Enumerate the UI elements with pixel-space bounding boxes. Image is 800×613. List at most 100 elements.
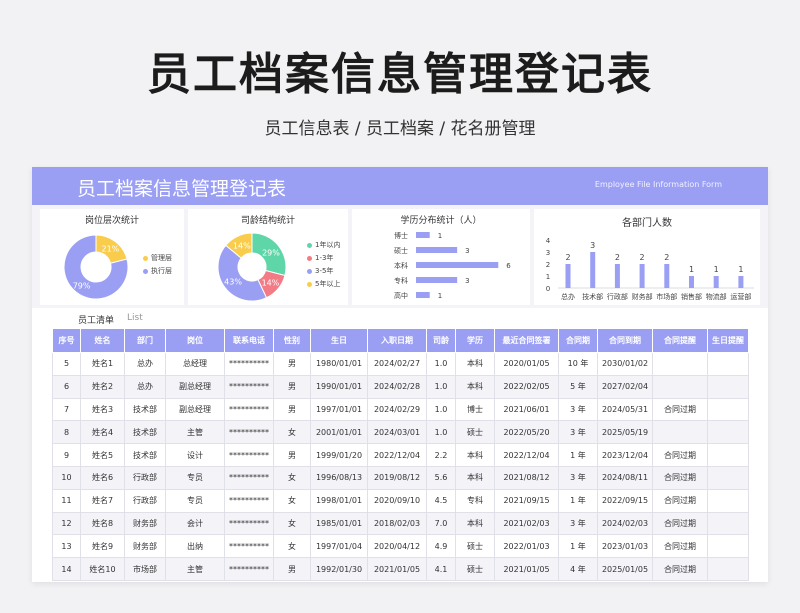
table-cell[interactable]	[652, 374, 708, 399]
table-cell[interactable]: 2022/05/20	[494, 420, 559, 445]
table-cell[interactable]: 2022/01/03	[494, 534, 559, 559]
table-cell[interactable]: 专科	[455, 488, 495, 513]
table-cell[interactable]: 硕士	[455, 420, 495, 445]
table-cell[interactable]: 2019/08/12	[367, 465, 427, 490]
table-cell[interactable]: 2024/02/28	[367, 374, 427, 399]
table-cell[interactable]: 合同过期	[652, 511, 708, 536]
table-cell[interactable]: 女	[273, 511, 311, 536]
table-cell[interactable]: 合同过期	[652, 557, 708, 581]
table-cell[interactable]: 主管	[165, 557, 225, 581]
table-cell[interactable]: **********	[224, 511, 274, 536]
table-cell[interactable]: 总办	[124, 374, 166, 399]
table-cell[interactable]: 8	[52, 420, 81, 445]
table-cell[interactable]: 7.0	[426, 511, 456, 536]
table-cell[interactable]: 1.0	[426, 352, 456, 376]
table-cell[interactable]: 2022/12/04	[494, 443, 559, 467]
table-cell[interactable]: 男	[273, 557, 311, 581]
table-cell[interactable]: 总经理	[165, 352, 225, 376]
table-cell[interactable]: 12	[52, 511, 81, 536]
column-header[interactable]: 合同到期	[597, 328, 653, 353]
table-cell[interactable]: 2021/08/12	[494, 465, 559, 490]
table-cell[interactable]: 姓名1	[80, 352, 125, 376]
table-cell[interactable]: 1 年	[558, 488, 598, 513]
table-cell[interactable]: 2021/01/05	[367, 557, 427, 581]
table-cell[interactable]: 姓名8	[80, 511, 125, 536]
table-cell[interactable]: 1996/08/13	[310, 465, 368, 490]
table-cell[interactable]	[652, 352, 708, 376]
table-cell[interactable]: 专员	[165, 465, 225, 490]
table-cell[interactable]: 14	[52, 557, 81, 581]
column-header[interactable]: 司龄	[426, 328, 456, 353]
table-cell[interactable]: 2025/01/05	[597, 557, 653, 581]
column-header[interactable]: 最近合同签署	[494, 328, 559, 353]
table-cell[interactable]: 姓名7	[80, 488, 125, 513]
table-cell[interactable]: 博士	[455, 397, 495, 422]
table-cell[interactable]: 男	[273, 397, 311, 422]
table-cell[interactable]: 财务部	[124, 534, 166, 559]
table-cell[interactable]: 合同过期	[652, 534, 708, 559]
column-header[interactable]: 生日	[310, 328, 368, 353]
table-cell[interactable]: **********	[224, 557, 274, 581]
table-cell[interactable]: 1.0	[426, 374, 456, 399]
table-cell[interactable]: 2001/01/01	[310, 420, 368, 445]
table-cell[interactable]: 3 年	[558, 465, 598, 490]
table-cell[interactable]: **********	[224, 488, 274, 513]
table-cell[interactable]	[707, 534, 749, 559]
table-cell[interactable]: 1 年	[558, 443, 598, 467]
table-cell[interactable]: 7	[52, 397, 81, 422]
table-cell[interactable]: 设计	[165, 443, 225, 467]
table-cell[interactable]	[707, 420, 749, 445]
table-cell[interactable]: 行政部	[124, 465, 166, 490]
table-cell[interactable]	[707, 374, 749, 399]
table-cell[interactable]: 女	[273, 465, 311, 490]
table-cell[interactable]: 副总经理	[165, 374, 225, 399]
table-cell[interactable]: 2024/02/03	[597, 511, 653, 536]
table-cell[interactable]: 女	[273, 488, 311, 513]
table-cell[interactable]: 财务部	[124, 511, 166, 536]
table-cell[interactable]: 1998/01/01	[310, 488, 368, 513]
table-cell[interactable]	[652, 420, 708, 445]
table-cell[interactable]: 副总经理	[165, 397, 225, 422]
table-cell[interactable]	[707, 465, 749, 490]
table-cell[interactable]: 2022/09/15	[597, 488, 653, 513]
table-cell[interactable]: 2020/09/10	[367, 488, 427, 513]
table-cell[interactable]: 1997/01/01	[310, 397, 368, 422]
column-header[interactable]: 联系电话	[224, 328, 274, 353]
table-cell[interactable]: 10	[52, 465, 81, 490]
table-cell[interactable]: 总办	[124, 352, 166, 376]
table-cell[interactable]: 本科	[455, 511, 495, 536]
table-cell[interactable]: 4.5	[426, 488, 456, 513]
table-cell[interactable]: 4 年	[558, 557, 598, 581]
table-cell[interactable]: 1992/01/30	[310, 557, 368, 581]
table-cell[interactable]	[707, 397, 749, 422]
table-cell[interactable]: 2025/05/19	[597, 420, 653, 445]
table-cell[interactable]	[707, 488, 749, 513]
table-cell[interactable]: 5	[52, 352, 81, 376]
table-cell[interactable]: 会计	[165, 511, 225, 536]
table-cell[interactable]: 1.0	[426, 397, 456, 422]
table-cell[interactable]: 5 年	[558, 374, 598, 399]
table-cell[interactable]: 2021/02/03	[494, 511, 559, 536]
table-cell[interactable]: 硕士	[455, 534, 495, 559]
table-cell[interactable]: 3 年	[558, 420, 598, 445]
column-header[interactable]: 性别	[273, 328, 311, 353]
column-header[interactable]: 合同提醒	[652, 328, 708, 353]
table-cell[interactable]: 1985/01/01	[310, 511, 368, 536]
table-cell[interactable]: 姓名4	[80, 420, 125, 445]
table-cell[interactable]: 合同过期	[652, 443, 708, 467]
table-cell[interactable]: 2018/02/03	[367, 511, 427, 536]
table-cell[interactable]: 姓名5	[80, 443, 125, 467]
table-cell[interactable]: 1999/01/20	[310, 443, 368, 467]
table-cell[interactable]: 2.2	[426, 443, 456, 467]
table-cell[interactable]	[707, 352, 749, 376]
table-cell[interactable]: 2024/08/11	[597, 465, 653, 490]
table-cell[interactable]: 2020/04/12	[367, 534, 427, 559]
table-cell[interactable]: **********	[224, 374, 274, 399]
column-header[interactable]: 序号	[52, 328, 81, 353]
table-cell[interactable]: 姓名2	[80, 374, 125, 399]
table-cell[interactable]: 2024/02/27	[367, 352, 427, 376]
table-cell[interactable]: 2021/09/15	[494, 488, 559, 513]
table-cell[interactable]: **********	[224, 465, 274, 490]
table-cell[interactable]: 技术部	[124, 397, 166, 422]
table-cell[interactable]: 出纳	[165, 534, 225, 559]
